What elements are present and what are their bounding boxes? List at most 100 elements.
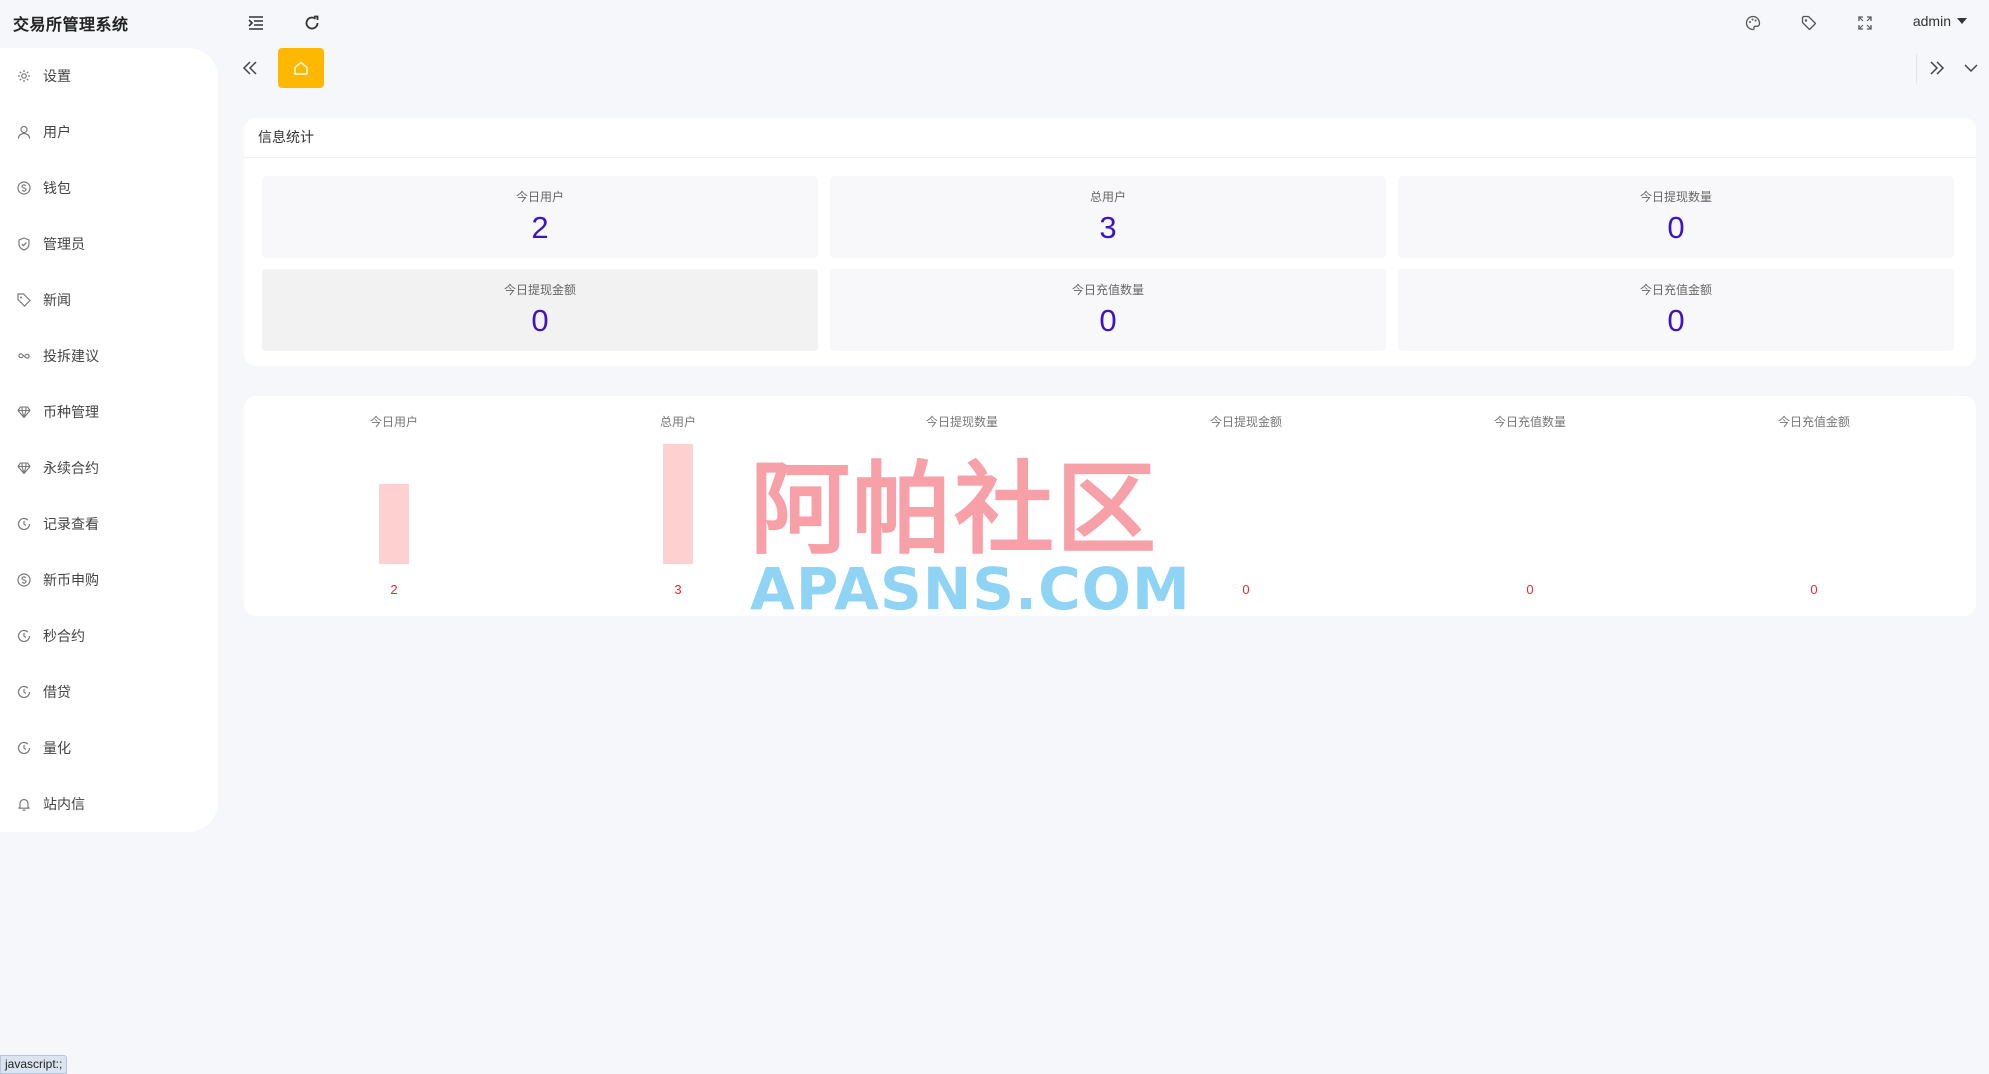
- chart-value-label: 2: [390, 582, 398, 597]
- sidebar-item-news[interactable]: 新闻: [0, 272, 218, 328]
- stat-card-today-withdraw-count[interactable]: 今日提现数量 0: [1398, 176, 1954, 258]
- stat-card-today-deposit-count[interactable]: 今日充值数量 0: [830, 269, 1386, 351]
- sidebar-item-label: 币种管理: [43, 405, 99, 421]
- sidebar-item-label: 站内信: [43, 797, 85, 813]
- tag-icon[interactable]: [1798, 12, 1820, 34]
- record-icon: [17, 741, 31, 755]
- stat-card-today-withdraw-amount[interactable]: 今日提现金额 0: [262, 269, 818, 351]
- sidebar-item-records[interactable]: 记录查看: [0, 496, 218, 552]
- tab-home[interactable]: [278, 48, 324, 88]
- divider: [1916, 54, 1917, 84]
- tab-options-chevron-down-icon[interactable]: [1961, 58, 1981, 78]
- indent-icon[interactable]: [245, 12, 267, 34]
- stat-value: 2: [531, 210, 549, 245]
- sidebar-item-feedback[interactable]: 投拆建议: [0, 328, 218, 384]
- link-icon: [17, 349, 31, 363]
- stat-label: 今日提现金额: [503, 283, 576, 297]
- chart-value-label: 0: [1526, 582, 1534, 597]
- status-bar: javascript:;: [0, 1055, 68, 1074]
- dollar-icon: [17, 573, 31, 587]
- stat-value: 0: [1667, 210, 1685, 245]
- tag-icon: [17, 293, 31, 307]
- sidebar-item-users[interactable]: 用户: [0, 104, 218, 160]
- sidebar-item-label: 投拆建议: [43, 349, 99, 365]
- app-title: 交易所管理系统: [13, 15, 129, 34]
- chart-category-label: 总用户: [659, 415, 696, 429]
- chart-column: 今日提现金额 0: [1104, 396, 1388, 616]
- sidebar-item-label: 永续合约: [43, 461, 99, 477]
- dollar-icon: [17, 181, 31, 195]
- shield-icon: [17, 237, 31, 251]
- sidebar-item-ipo[interactable]: 新币申购: [0, 552, 218, 608]
- chart-category-label: 今日提现数量: [925, 415, 998, 429]
- sidebar-item-label: 新闻: [43, 293, 71, 309]
- tabs-bar: [218, 46, 1989, 90]
- gear-icon: [17, 69, 31, 83]
- scroll-tabs-left-icon[interactable]: [240, 58, 260, 78]
- user-icon: [17, 125, 31, 139]
- fullscreen-icon[interactable]: [1854, 12, 1876, 34]
- sidebar-item-loans[interactable]: 借贷: [0, 664, 218, 720]
- stats-chart: 今日用户 2 总用户 3 今日提现数量 0 今日提现金额 0 今日充值数量 0 今日充值金额 0: [244, 396, 1976, 616]
- chart-bar[interactable]: [379, 484, 409, 564]
- stat-card-today-deposit-amount[interactable]: 今日充值金额 0: [1398, 269, 1954, 351]
- stat-value: 3: [1099, 210, 1117, 245]
- bell-icon: [17, 797, 31, 811]
- diamond-icon: [17, 461, 31, 475]
- username: admin: [1912, 13, 1951, 29]
- chart-column: 总用户 3: [536, 396, 820, 616]
- sidebar-item-second-contract[interactable]: 秒合约: [0, 608, 218, 664]
- sidebar-item-label: 管理员: [43, 237, 85, 253]
- chart-bar[interactable]: [663, 444, 693, 564]
- stats-panel: 信息统计 今日用户 2 总用户 3 今日提现数量 0 今日提现金额 0 今日充值…: [244, 118, 1976, 366]
- chart-column: 今日用户 2: [252, 396, 536, 616]
- sidebar-item-wallet[interactable]: 钱包: [0, 160, 218, 216]
- sidebar-item-perpetual[interactable]: 永续合约: [0, 440, 218, 496]
- chart-column: 今日充值数量 0: [1388, 396, 1672, 616]
- stat-value: 0: [1099, 303, 1117, 338]
- sidebar: 设置 用户 钱包 管理员 新闻 投拆建议 币种管理 永续合约 记录查看 新币申购…: [0, 48, 218, 832]
- chart-value-label: 3: [674, 582, 682, 597]
- stat-label: 今日提现数量: [1639, 190, 1712, 204]
- chart-category-label: 今日提现金额: [1209, 415, 1282, 429]
- sidebar-item-label: 设置: [43, 69, 71, 85]
- sidebar-item-quant[interactable]: 量化: [0, 720, 218, 776]
- chart-column: 今日提现数量 0: [820, 396, 1104, 616]
- sidebar-item-coins[interactable]: 币种管理: [0, 384, 218, 440]
- chart-value-label: 0: [1810, 582, 1818, 597]
- sidebar-item-label: 秒合约: [43, 629, 85, 645]
- record-icon: [17, 685, 31, 699]
- stat-value: 0: [1667, 303, 1685, 338]
- sidebar-item-label: 记录查看: [43, 517, 99, 533]
- sidebar-item-settings[interactable]: 设置: [0, 48, 218, 104]
- chart-category-label: 今日充值金额: [1777, 415, 1850, 429]
- scroll-tabs-right-icon[interactable]: [1927, 58, 1947, 78]
- stat-card-total-users[interactable]: 总用户 3: [830, 176, 1386, 258]
- stat-label: 今日用户: [515, 190, 564, 204]
- palette-icon[interactable]: [1742, 12, 1764, 34]
- sidebar-item-label: 用户: [43, 125, 71, 141]
- stat-card-today-users[interactable]: 今日用户 2: [262, 176, 818, 258]
- chart-column: 今日充值金额 0: [1672, 396, 1956, 616]
- refresh-icon[interactable]: [301, 12, 323, 34]
- record-icon: [17, 629, 31, 643]
- chart-category-label: 今日充值数量: [1493, 415, 1566, 429]
- sidebar-item-label: 量化: [43, 741, 71, 757]
- record-icon: [17, 517, 31, 531]
- caret-down-icon: [1957, 18, 1967, 24]
- top-bar: 交易所管理系统 admin: [0, 0, 1989, 46]
- chart-category-label: 今日用户: [369, 415, 418, 429]
- chart-value-label: 0: [1242, 582, 1250, 597]
- home-icon: [294, 61, 308, 75]
- diamond-icon: [17, 405, 31, 419]
- stat-label: 今日充值数量: [1071, 283, 1144, 297]
- sidebar-item-messages[interactable]: 站内信: [0, 776, 218, 832]
- stat-value: 0: [531, 303, 549, 338]
- sidebar-item-admins[interactable]: 管理员: [0, 216, 218, 272]
- sidebar-item-label: 借贷: [43, 685, 71, 701]
- stat-label: 总用户: [1089, 190, 1126, 204]
- chart-value-label: 0: [958, 582, 966, 597]
- sidebar-item-label: 钱包: [43, 181, 71, 197]
- user-menu[interactable]: admin: [1913, 13, 1967, 29]
- sidebar-item-label: 新币申购: [43, 573, 99, 589]
